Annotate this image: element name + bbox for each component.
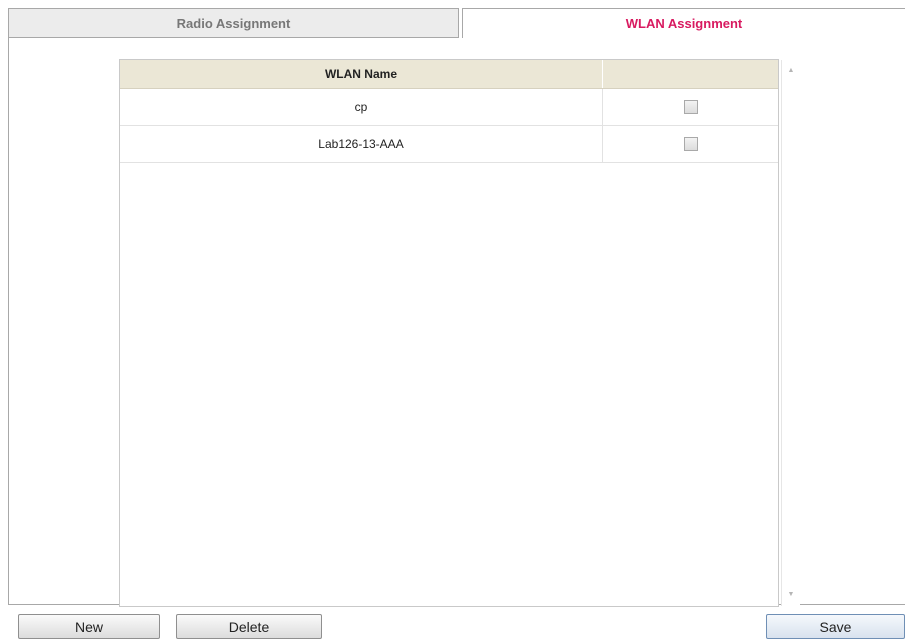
wlan-name-cell: Lab126-13-AAA bbox=[120, 126, 603, 162]
column-header-wlan-name[interactable]: WLAN Name bbox=[120, 60, 603, 88]
select-cell bbox=[603, 126, 778, 162]
tab-wlan-assignment-label: WLAN Assignment bbox=[625, 16, 743, 31]
column-header-select bbox=[603, 60, 778, 88]
scroll-down-arrow-icon[interactable]: ▼ bbox=[782, 586, 800, 602]
save-button[interactable]: Save bbox=[766, 614, 905, 639]
table-row[interactable]: Lab126-13-AAA bbox=[120, 126, 778, 163]
tab-radio-assignment[interactable]: Radio Assignment bbox=[8, 8, 463, 38]
row-checkbox[interactable] bbox=[683, 137, 698, 151]
grid-scrollbar[interactable]: ▲ ▼ bbox=[781, 60, 800, 606]
table-row[interactable]: cp bbox=[120, 89, 778, 126]
wlan-name-cell: cp bbox=[120, 89, 603, 125]
grid-header: WLAN Name bbox=[120, 60, 778, 89]
row-checkbox[interactable] bbox=[683, 100, 698, 114]
select-cell bbox=[603, 89, 778, 125]
tab-wlan-assignment[interactable]: WLAN Assignment bbox=[462, 8, 905, 38]
delete-button[interactable]: Delete bbox=[176, 614, 322, 639]
new-button[interactable]: New bbox=[18, 614, 160, 639]
wlan-grid: WLAN Name cp Lab126-13-AAA bbox=[119, 59, 779, 607]
tab-radio-assignment-label: Radio Assignment bbox=[176, 15, 291, 31]
scroll-up-arrow-icon[interactable]: ▲ bbox=[782, 62, 800, 78]
